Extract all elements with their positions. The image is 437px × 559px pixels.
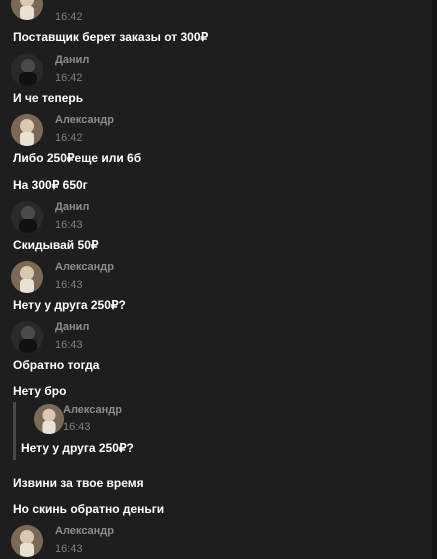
author-name[interactable]: Александр — [55, 525, 114, 538]
message-time: 16:43 — [55, 219, 83, 231]
avatar-alexandr-icon[interactable] — [11, 525, 43, 557]
quoted-author-name[interactable]: Александр — [63, 404, 122, 417]
message-time: 16:43 — [55, 543, 83, 555]
author-name[interactable]: Данил — [55, 54, 89, 67]
author-name[interactable]: Данил — [55, 201, 89, 214]
message-text: Нету у друга 250₽? — [13, 298, 126, 312]
message-text: И че теперь — [13, 91, 84, 105]
message-time: 16:42 — [55, 11, 83, 23]
author-name[interactable]: Александр — [55, 261, 114, 274]
avatar-alexandr-icon[interactable] — [11, 261, 43, 293]
avatar-danil-icon[interactable] — [11, 321, 43, 353]
avatar-alexandr-icon[interactable] — [11, 0, 43, 20]
message-text: Извини за твое время — [13, 476, 144, 490]
message-time: 16:42 — [55, 132, 83, 144]
avatar-danil-icon[interactable] — [11, 201, 43, 233]
avatar-alexandr-icon[interactable] — [34, 404, 64, 434]
message-text: Либо 250₽еще или 6б — [13, 151, 142, 165]
message-text: Обратно тогда — [13, 358, 100, 372]
message-text: Но скинь обратно деньги — [13, 502, 165, 516]
message-text: Скидывай 50₽ — [13, 238, 99, 252]
author-name[interactable]: Александр — [55, 114, 114, 127]
quote-bar — [13, 402, 16, 460]
message-time: 16:43 — [55, 339, 83, 351]
author-name[interactable]: Данил — [55, 321, 89, 334]
avatar-danil-icon[interactable] — [11, 54, 43, 86]
message-time: 16:43 — [55, 279, 83, 291]
message-text: Поставщик берет заказы от 300₽ — [13, 30, 209, 44]
quoted-message-time: 16:43 — [63, 421, 91, 433]
message-text: Нету бро — [13, 384, 67, 398]
avatar-alexandr-icon[interactable] — [11, 114, 43, 146]
quoted-message-text: Нету у друга 250₽? — [21, 441, 134, 455]
chat-scroll-edge[interactable] — [432, 0, 437, 559]
message-time: 16:42 — [55, 72, 83, 84]
message-text: На 300₽ 650г — [13, 178, 88, 192]
